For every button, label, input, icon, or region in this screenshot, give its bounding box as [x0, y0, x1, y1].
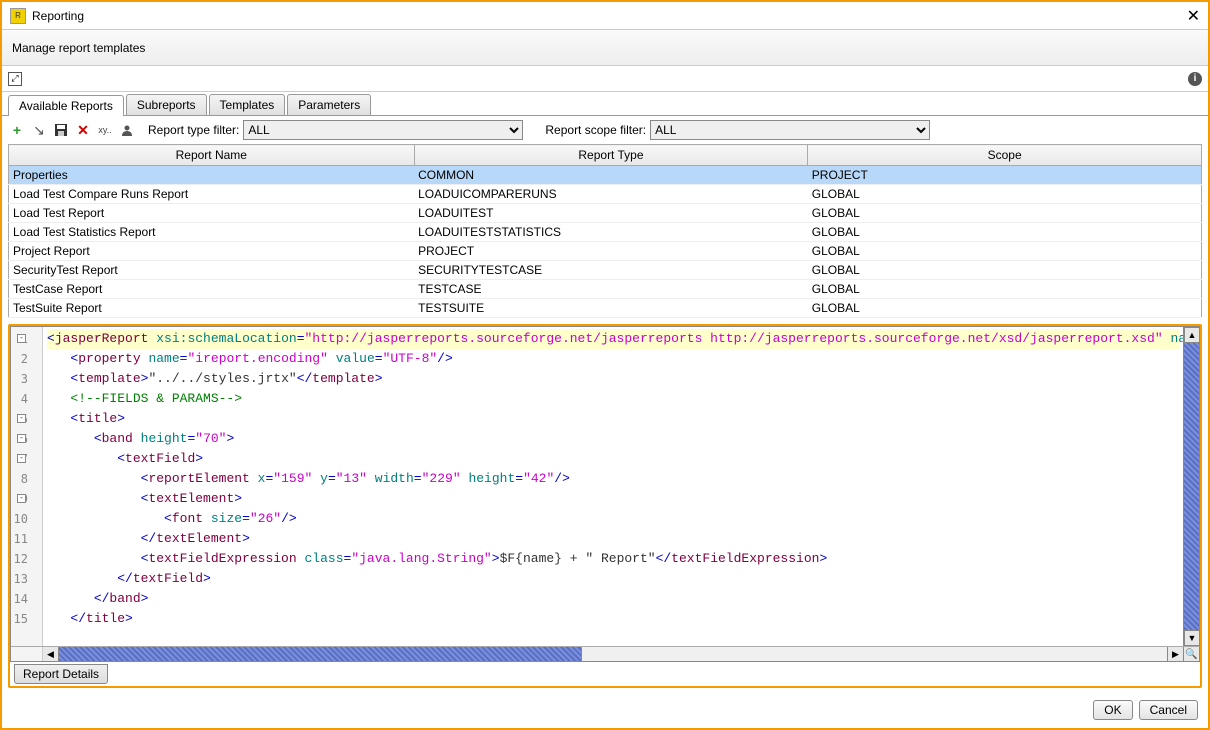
cell-scope: GLOBAL	[808, 299, 1202, 318]
cell-name: SecurityTest Report	[9, 261, 415, 280]
hscroll-track[interactable]	[582, 647, 1167, 661]
table-row[interactable]: Load Test Statistics ReportLOADUITESTSTA…	[9, 223, 1202, 242]
delete-button[interactable]: ✕	[74, 121, 92, 139]
cell-scope: GLOBAL	[808, 223, 1202, 242]
save-button[interactable]	[52, 121, 70, 139]
info-icon[interactable]: i	[1188, 72, 1202, 86]
editor-bottom-tabs: Report Details	[10, 662, 1200, 686]
cell-name: Properties	[9, 166, 415, 185]
cell-type: LOADUITEST	[414, 204, 808, 223]
fold-icon[interactable]: -	[17, 414, 26, 423]
type-filter-select[interactable]: ALL	[243, 120, 523, 140]
titlebar: R Reporting ✕	[2, 2, 1208, 30]
type-filter-label: Report type filter:	[148, 123, 239, 137]
code-area[interactable]: <jasperReport xsi:schemaLocation="http:/…	[43, 327, 1183, 646]
table-header-row: Report Name Report Type Scope	[9, 145, 1202, 166]
editor-body[interactable]: 1-2345-6-7-89-101112131415 <jasperReport…	[10, 326, 1200, 646]
cell-type: LOADUICOMPARERUNS	[414, 185, 808, 204]
table-row[interactable]: SecurityTest ReportSECURITYTESTCASEGLOBA…	[9, 261, 1202, 280]
horizontal-scrollbar[interactable]: ◀ ▶ 🔍	[10, 646, 1200, 662]
tab-parameters[interactable]: Parameters	[287, 94, 371, 115]
fold-icon[interactable]: -	[17, 454, 26, 463]
col-header-type[interactable]: Report Type	[414, 145, 808, 166]
editor-frame: 1-2345-6-7-89-101112131415 <jasperReport…	[8, 324, 1202, 688]
tab-subreports[interactable]: Subreports	[126, 94, 207, 115]
cell-scope: PROJECT	[808, 166, 1202, 185]
window-title: Reporting	[32, 9, 84, 23]
cell-name: TestSuite Report	[9, 299, 415, 318]
dialog-buttons: OK Cancel	[1093, 700, 1198, 720]
ok-button[interactable]: OK	[1093, 700, 1132, 720]
cell-type: PROJECT	[414, 242, 808, 261]
scroll-left-icon[interactable]: ◀	[43, 647, 59, 661]
rename-button[interactable]: xy..	[96, 121, 114, 139]
expand-icon[interactable]: ⤢	[8, 72, 22, 86]
scroll-right-icon[interactable]: ▶	[1167, 647, 1183, 661]
cell-name: Project Report	[9, 242, 415, 261]
fold-icon[interactable]: -	[17, 494, 26, 503]
cell-name: Load Test Report	[9, 204, 415, 223]
save-icon	[54, 123, 68, 137]
cell-scope: GLOBAL	[808, 242, 1202, 261]
user-icon	[121, 124, 133, 136]
cell-name: TestCase Report	[9, 280, 415, 299]
cancel-button[interactable]: Cancel	[1139, 700, 1198, 720]
table-row[interactable]: Load Test ReportLOADUITESTGLOBAL	[9, 204, 1202, 223]
cell-scope: GLOBAL	[808, 204, 1202, 223]
cell-type: TESTSUITE	[414, 299, 808, 318]
fold-icon[interactable]: -	[17, 434, 26, 443]
reports-table[interactable]: Report Name Report Type Scope Properties…	[8, 144, 1202, 318]
cell-scope: GLOBAL	[808, 261, 1202, 280]
vertical-scrollbar[interactable]: ▲ ▼	[1183, 327, 1199, 646]
table-row[interactable]: PropertiesCOMMONPROJECT	[9, 166, 1202, 185]
user-button[interactable]	[118, 121, 136, 139]
cell-type: COMMON	[414, 166, 808, 185]
hscroll-thumb[interactable]	[59, 647, 582, 661]
scope-filter-select[interactable]: ALL	[650, 120, 930, 140]
add-button[interactable]: +	[8, 121, 26, 139]
close-icon[interactable]: ✕	[1187, 6, 1200, 26]
table-row[interactable]: TestSuite ReportTESTSUITEGLOBAL	[9, 299, 1202, 318]
fold-icon[interactable]: -	[17, 334, 26, 343]
col-header-scope[interactable]: Scope	[808, 145, 1202, 166]
subtitle-bar: Manage report templates	[2, 30, 1208, 66]
cell-type: LOADUITESTSTATISTICS	[414, 223, 808, 242]
cell-name: Load Test Compare Runs Report	[9, 185, 415, 204]
line-gutter[interactable]: 1-2345-6-7-89-101112131415	[11, 327, 43, 646]
scroll-up-icon[interactable]: ▲	[1184, 327, 1200, 343]
cell-scope: GLOBAL	[808, 280, 1202, 299]
table-row[interactable]: Project ReportPROJECTGLOBAL	[9, 242, 1202, 261]
wizard-button[interactable]: ↘	[30, 121, 48, 139]
cell-scope: GLOBAL	[808, 185, 1202, 204]
scope-filter-label: Report scope filter:	[545, 123, 646, 137]
upper-toolbar: ⤢ i	[2, 66, 1208, 92]
cell-name: Load Test Statistics Report	[9, 223, 415, 242]
app-icon: R	[10, 8, 26, 24]
tab-templates[interactable]: Templates	[209, 94, 286, 115]
tab-report-details[interactable]: Report Details	[14, 664, 108, 684]
reports-table-wrap: Report Name Report Type Scope Properties…	[2, 144, 1208, 318]
tab-available-reports[interactable]: Available Reports	[8, 95, 124, 116]
tabs-row: Available Reports Subreports Templates P…	[2, 92, 1208, 116]
zoom-icon[interactable]: 🔍	[1183, 647, 1199, 661]
table-row[interactable]: TestCase ReportTESTCASEGLOBAL	[9, 280, 1202, 299]
subtitle-text: Manage report templates	[12, 41, 145, 55]
cell-type: TESTCASE	[414, 280, 808, 299]
cell-type: SECURITYTESTCASE	[414, 261, 808, 280]
col-header-name[interactable]: Report Name	[9, 145, 415, 166]
filter-bar: + ↘ ✕ xy.. Report type filter: ALL Repor…	[2, 116, 1208, 144]
table-row[interactable]: Load Test Compare Runs ReportLOADUICOMPA…	[9, 185, 1202, 204]
scroll-down-icon[interactable]: ▼	[1184, 630, 1200, 646]
